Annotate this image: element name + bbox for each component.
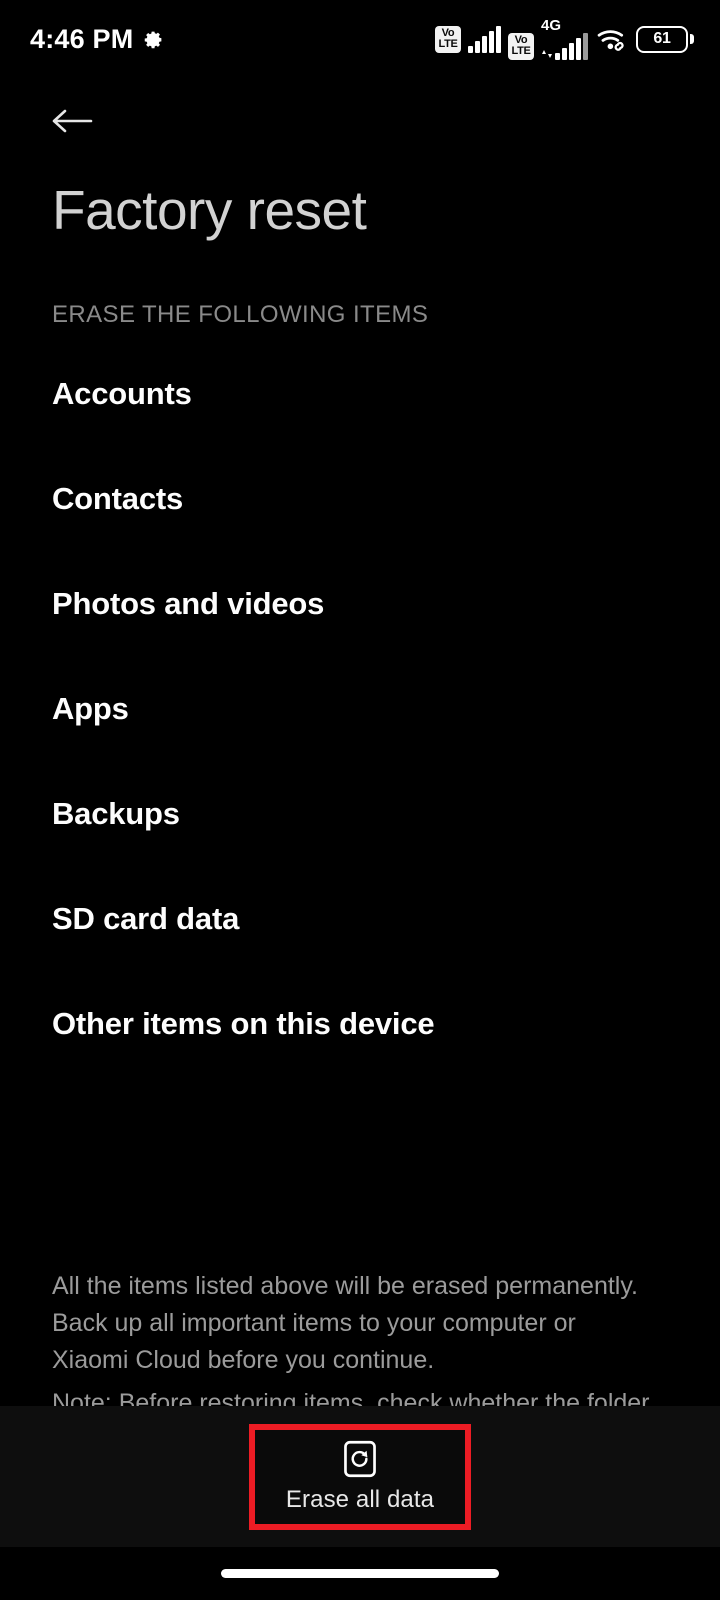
- home-gesture-pill[interactable]: [221, 1569, 499, 1578]
- factory-reset-screen: 4:46 PM Vo LTE Vo LTE 4G 61 Factory rese…: [0, 0, 720, 1600]
- list-item-label: Apps: [52, 691, 129, 726]
- erase-all-data-label: Erase all data: [285, 1486, 435, 1513]
- list-item-label: Contacts: [52, 481, 184, 516]
- back-arrow-icon: [52, 109, 93, 133]
- status-bar-right: Vo LTE Vo LTE 4G 61: [435, 16, 694, 60]
- list-item-label: Other items on this device: [52, 1006, 435, 1041]
- list-item[interactable]: SD card data: [0, 900, 720, 1005]
- bottom-action-bar: Erase all data: [0, 1406, 720, 1547]
- signal-bars-sim1: [468, 25, 501, 53]
- list-item[interactable]: Accounts: [0, 375, 720, 480]
- app-bar: [0, 86, 720, 156]
- erase-all-data-button[interactable]: Erase all data: [249, 1423, 471, 1530]
- sim1-indicator: Vo LTE: [435, 25, 501, 53]
- back-button[interactable]: [44, 93, 100, 149]
- section-heading: ERASE THE FOLLOWING ITEMS: [52, 301, 429, 328]
- signal-bars-sim2: [555, 32, 588, 60]
- wifi-icon: [595, 25, 629, 53]
- battery-level: 61: [653, 30, 671, 47]
- status-bar-left: 4:46 PM: [30, 24, 164, 55]
- status-bar: 4:46 PM Vo LTE Vo LTE 4G 61: [0, 0, 720, 78]
- sim2-indicator: Vo LTE 4G: [508, 16, 588, 60]
- list-item[interactable]: Other items on this device: [0, 1005, 720, 1110]
- list-item-label: Accounts: [52, 376, 192, 411]
- footer-description: All the items listed above will be erase…: [52, 1272, 638, 1374]
- list-item[interactable]: Apps: [0, 690, 720, 795]
- battery-indicator: 61: [636, 25, 694, 53]
- status-time: 4:46 PM: [30, 23, 134, 54]
- network-label: 4G: [541, 16, 562, 34]
- restore-reset-icon: [343, 1440, 377, 1478]
- list-item-label: SD card data: [52, 901, 240, 936]
- data-transfer-arrows-icon: [541, 34, 553, 60]
- battery-body: 61: [636, 25, 688, 53]
- volte-badge-sim1: Vo LTE: [435, 25, 461, 53]
- network-type-sim2: 4G: [541, 16, 588, 60]
- volte-badge-sim2: Vo LTE: [508, 32, 534, 60]
- page-title: Factory reset: [52, 179, 367, 241]
- battery-cap: [690, 34, 694, 44]
- erase-items-list: Accounts Contacts Photos and videos Apps…: [0, 375, 720, 1110]
- gear-icon: [143, 29, 164, 50]
- list-item[interactable]: Backups: [0, 795, 720, 900]
- list-item[interactable]: Contacts: [0, 480, 720, 585]
- list-item-label: Photos and videos: [52, 586, 325, 621]
- system-navigation-bar: [0, 1547, 720, 1600]
- list-item[interactable]: Photos and videos: [0, 585, 720, 690]
- list-item-label: Backups: [52, 796, 180, 831]
